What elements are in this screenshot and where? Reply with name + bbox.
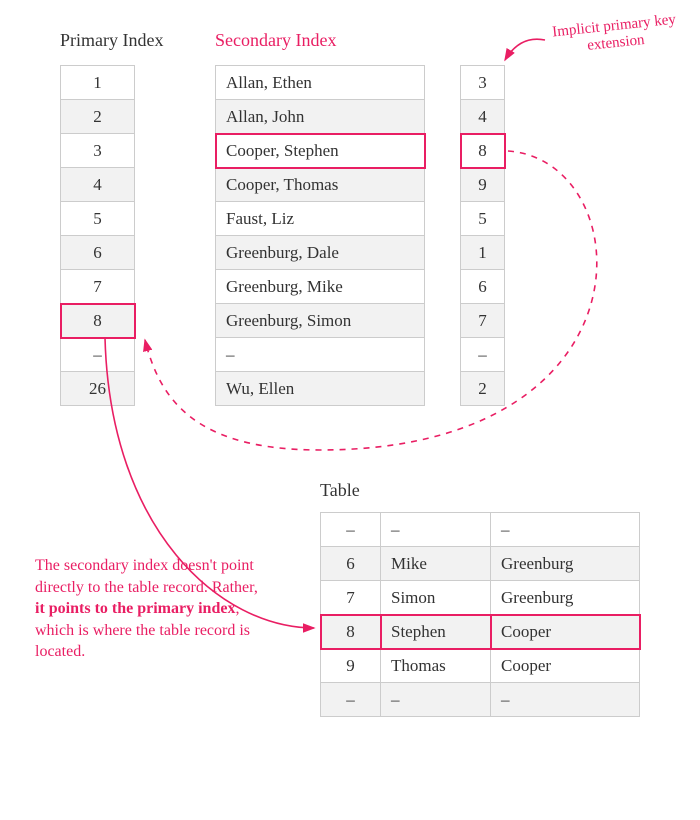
- cell: Cooper: [491, 615, 640, 649]
- table-row: 6: [461, 270, 505, 304]
- table-row: 5: [461, 202, 505, 236]
- table-row: Faust, Liz: [216, 202, 425, 236]
- cell: 5: [61, 202, 135, 236]
- cell: Cooper, Thomas: [216, 168, 425, 202]
- table-row: 9: [461, 168, 505, 202]
- cell: –: [216, 338, 425, 372]
- cell: –: [61, 338, 135, 372]
- table-row: 6: [61, 236, 135, 270]
- cell: Mike: [381, 547, 491, 581]
- cell: –: [491, 683, 640, 717]
- cell: 3: [461, 66, 505, 100]
- table-row: Greenburg, Dale: [216, 236, 425, 270]
- cell: –: [491, 513, 640, 547]
- table-row: 8StephenCooper: [321, 615, 640, 649]
- table-row: 2: [461, 372, 505, 406]
- table-row: Greenburg, Mike: [216, 270, 425, 304]
- table-row: Cooper, Thomas: [216, 168, 425, 202]
- table-row: –: [61, 338, 135, 372]
- cell: 3: [61, 134, 135, 168]
- table-row: 9ThomasCooper: [321, 649, 640, 683]
- cell: –: [321, 513, 381, 547]
- table-row: 8: [461, 134, 505, 168]
- table-row: 26: [61, 372, 135, 406]
- cell: –: [461, 338, 505, 372]
- cell: Greenburg, Mike: [216, 270, 425, 304]
- cell: Greenburg, Dale: [216, 236, 425, 270]
- cell: Allan, John: [216, 100, 425, 134]
- implicit-key-label: Implicit primary key extension: [544, 11, 687, 58]
- cell: 7: [461, 304, 505, 338]
- table-row: –––: [321, 683, 640, 717]
- cell: 2: [461, 372, 505, 406]
- table-row: Greenburg, Simon: [216, 304, 425, 338]
- secondary-index-heading: Secondary Index: [215, 30, 336, 51]
- table-row: 4: [61, 168, 135, 202]
- implicit-arrow: [505, 39, 545, 60]
- cell: 7: [321, 581, 381, 615]
- cell: –: [381, 683, 491, 717]
- cell: Faust, Liz: [216, 202, 425, 236]
- table-row: 4: [461, 100, 505, 134]
- table-row: 2: [61, 100, 135, 134]
- cell: Cooper, Stephen: [216, 134, 425, 168]
- primary-index-heading: Primary Index: [60, 30, 163, 51]
- cell: 26: [61, 372, 135, 406]
- cell: Simon: [381, 581, 491, 615]
- cell: 9: [461, 168, 505, 202]
- cell: 4: [61, 168, 135, 202]
- secondary-keys-table: 34895167–2: [460, 65, 505, 406]
- cell: 6: [61, 236, 135, 270]
- table-row: 5: [61, 202, 135, 236]
- table-row: Wu, Ellen: [216, 372, 425, 406]
- cell: 8: [61, 304, 135, 338]
- cell: Stephen: [381, 615, 491, 649]
- table-row: 8: [61, 304, 135, 338]
- cell: 4: [461, 100, 505, 134]
- cell: 1: [61, 66, 135, 100]
- data-table: –––6MikeGreenburg7SimonGreenburg8Stephen…: [320, 512, 640, 717]
- table-row: 3: [461, 66, 505, 100]
- table-row: 1: [61, 66, 135, 100]
- table-row: –: [216, 338, 425, 372]
- secondary-names-table: Allan, EthenAllan, JohnCooper, StephenCo…: [215, 65, 425, 406]
- explanation-text: The secondary index doesn't point direct…: [35, 555, 270, 663]
- cell: 8: [461, 134, 505, 168]
- table-row: Cooper, Stephen: [216, 134, 425, 168]
- cell: –: [381, 513, 491, 547]
- table-row: Allan, John: [216, 100, 425, 134]
- table-heading: Table: [320, 480, 360, 501]
- explanation-bold: it points to the primary index: [35, 600, 235, 617]
- cell: 7: [61, 270, 135, 304]
- cell: Greenburg: [491, 547, 640, 581]
- table-row: 3: [61, 134, 135, 168]
- table-row: 7: [61, 270, 135, 304]
- table-row: 7: [461, 304, 505, 338]
- cell: Allan, Ethen: [216, 66, 425, 100]
- explanation-p1: The secondary index doesn't point direct…: [35, 557, 258, 596]
- cell: 2: [61, 100, 135, 134]
- primary-index-table: 12345678–26: [60, 65, 135, 406]
- cell: Greenburg, Simon: [216, 304, 425, 338]
- table-row: –––: [321, 513, 640, 547]
- cell: Cooper: [491, 649, 640, 683]
- cell: Greenburg: [491, 581, 640, 615]
- cell: –: [321, 683, 381, 717]
- cell: 9: [321, 649, 381, 683]
- table-row: 1: [461, 236, 505, 270]
- cell: Thomas: [381, 649, 491, 683]
- table-row: 7SimonGreenburg: [321, 581, 640, 615]
- table-row: –: [461, 338, 505, 372]
- cell: 8: [321, 615, 381, 649]
- table-row: Allan, Ethen: [216, 66, 425, 100]
- cell: 6: [461, 270, 505, 304]
- table-row: 6MikeGreenburg: [321, 547, 640, 581]
- cell: 1: [461, 236, 505, 270]
- cell: Wu, Ellen: [216, 372, 425, 406]
- cell: 6: [321, 547, 381, 581]
- cell: 5: [461, 202, 505, 236]
